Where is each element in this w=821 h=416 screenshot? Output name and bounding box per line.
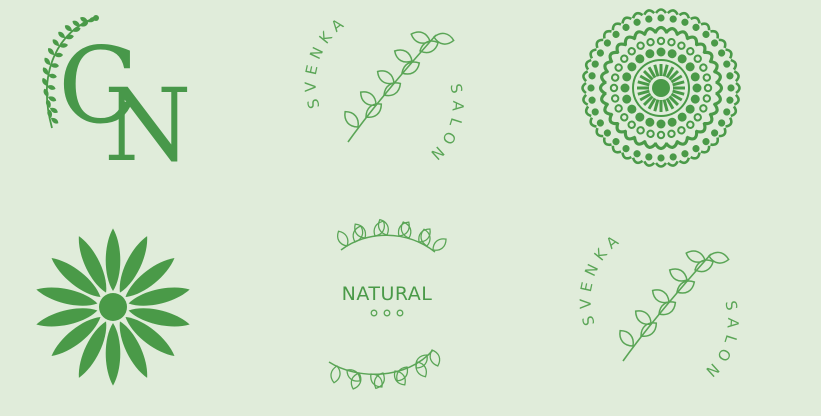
natural-logo: NATURAL <box>328 217 450 392</box>
flower-center <box>99 293 127 321</box>
top-leaf-garland-icon <box>333 217 450 255</box>
bottom-leaf-garland-icon <box>328 347 443 392</box>
badge-top-text: SVENKA <box>577 229 627 328</box>
branch-icon <box>615 247 731 362</box>
badge-bottom-text: SALON <box>423 82 467 167</box>
logo-sheet: C N SVENKA SALON NATURAL SVENKA SALON <box>34 8 742 392</box>
badge-top-text: SVENKA <box>302 12 352 111</box>
salon-badge-logo-1: SVENKA SALON <box>302 12 467 168</box>
mandala-logo <box>581 8 741 168</box>
branch-icon <box>340 28 456 143</box>
dots-divider <box>370 309 404 317</box>
flower-logo <box>34 228 192 386</box>
monogram-letter-n: N <box>104 67 192 184</box>
mandala-icon <box>581 8 741 168</box>
salon-badge-logo-2: SVENKA SALON <box>577 229 742 385</box>
badge-bottom-text: SALON <box>698 299 742 384</box>
monogram-logo: C N <box>40 15 192 184</box>
natural-label: NATURAL <box>342 283 433 305</box>
